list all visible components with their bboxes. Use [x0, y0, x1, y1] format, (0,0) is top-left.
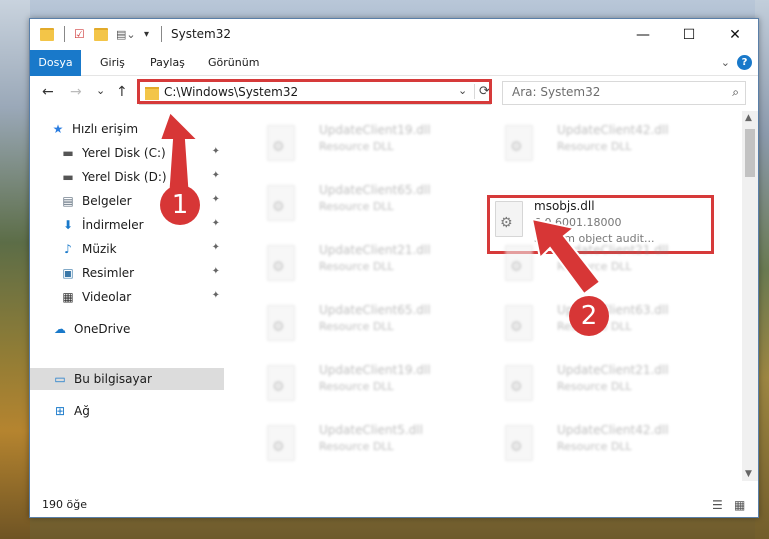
annotation-arrows	[158, 110, 602, 296]
step-badge-1: 1	[160, 185, 200, 225]
arrow-2	[530, 217, 602, 296]
step-badge-2: 2	[569, 296, 609, 336]
